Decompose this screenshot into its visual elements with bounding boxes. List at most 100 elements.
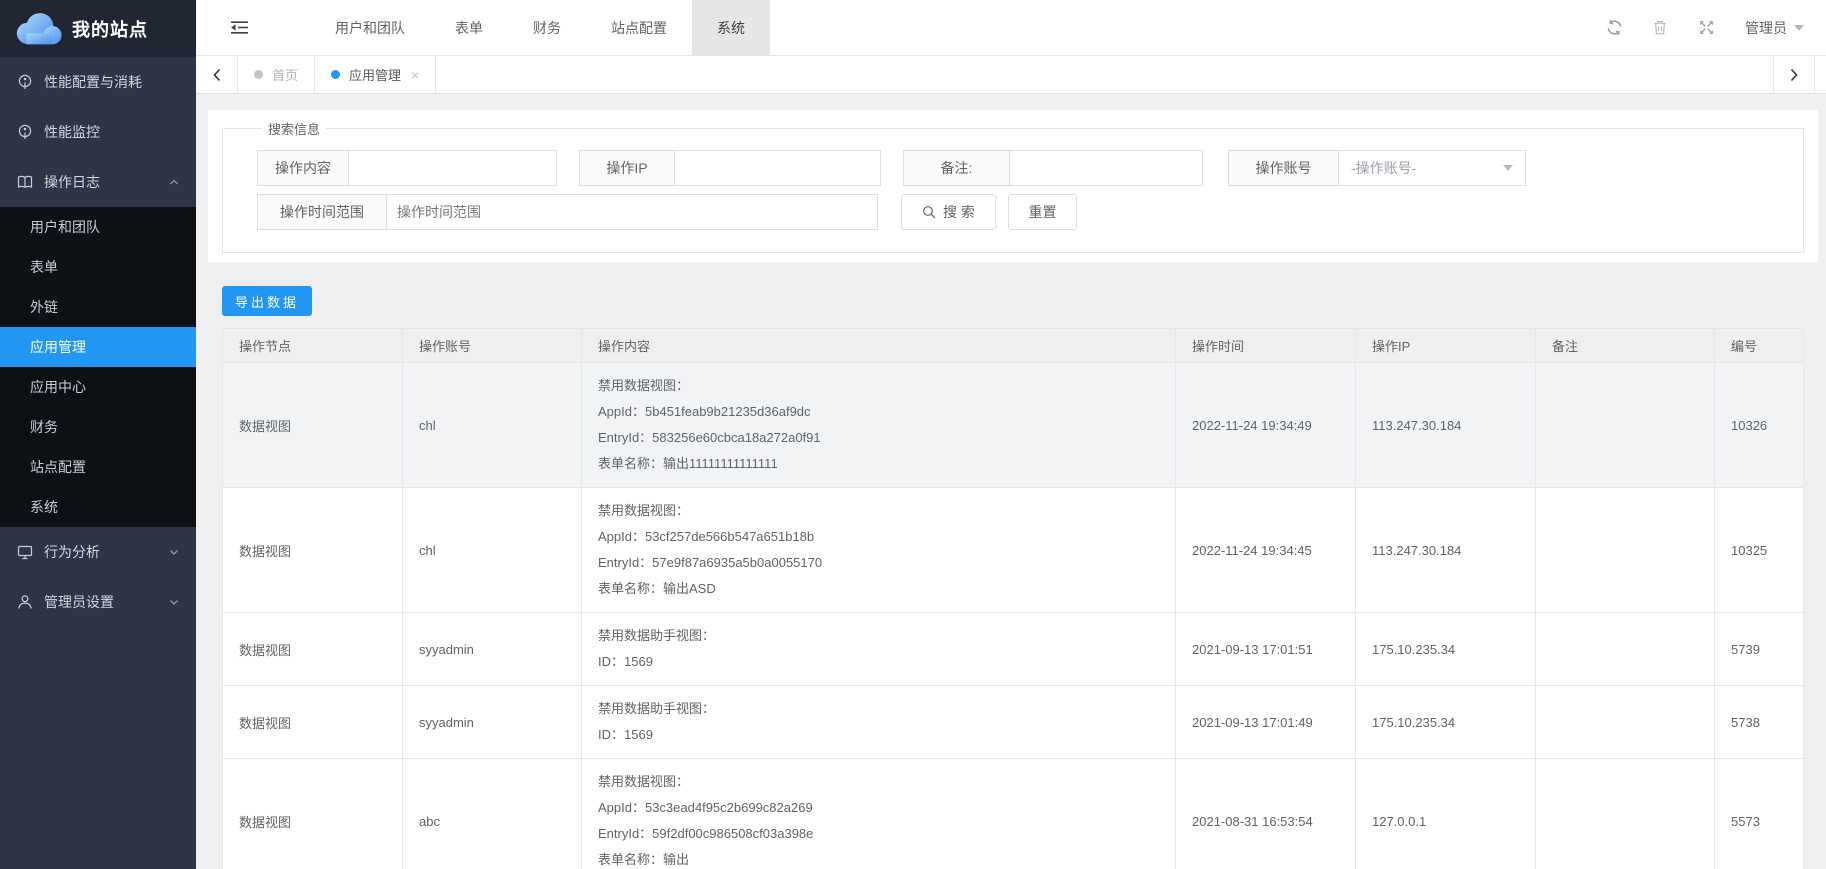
submenu-item-finance[interactable]: 财务 (0, 407, 196, 447)
cell-node: 数据视图 (223, 759, 403, 869)
nav-item-forms[interactable]: 表单 (430, 0, 508, 55)
tab-bar: 首页 应用管理 × (196, 56, 1826, 94)
table-row[interactable]: 数据视图 chl 禁用数据视图： AppId：5b451feab9b21235d… (223, 363, 1804, 488)
cell-remark (1536, 759, 1715, 869)
tab-scroll-left-button[interactable] (196, 56, 238, 93)
submenu-item-site-config[interactable]: 站点配置 (0, 447, 196, 487)
nav-item-users-teams[interactable]: 用户和团队 (310, 0, 430, 55)
remark-field: 备注: (903, 150, 1203, 186)
export-button[interactable]: 导出数据 (222, 286, 312, 316)
top-header: 用户和团队 表单 财务 站点配置 系统 (196, 0, 1826, 56)
operation-account-label: 操作账号 (1228, 150, 1339, 186)
sidebar-item-performance-config[interactable]: 性能配置与消耗 (0, 57, 196, 107)
operation-ip-field: 操作IP (579, 150, 881, 186)
tab-scroll-right-button[interactable] (1773, 56, 1815, 93)
app-window: 我的站点 性能配置与消耗 性能监控 (0, 0, 1826, 869)
caret-down-icon (1794, 25, 1804, 31)
search-button-label: 搜 索 (943, 202, 975, 222)
tab-label: 应用管理 (349, 65, 401, 84)
menu-fold-button[interactable] (196, 0, 282, 55)
monitor-icon (17, 544, 34, 561)
user-icon (17, 594, 34, 611)
book-icon (17, 174, 34, 191)
cell-remark (1536, 363, 1715, 488)
trash-icon[interactable] (1637, 20, 1683, 35)
submenu-item-forms[interactable]: 表单 (0, 247, 196, 287)
cell-content: 禁用数据助手视图： ID：1569 (582, 613, 1176, 686)
cell-account: chl (403, 488, 582, 613)
tab-app-management[interactable]: 应用管理 × (315, 56, 436, 93)
tab-home[interactable]: 首页 (238, 56, 315, 93)
time-range-label: 操作时间范围 (257, 194, 387, 230)
table-row[interactable]: 数据视图 syyadmin 禁用数据助手视图： ID：1569 2021-09-… (223, 686, 1804, 759)
user-menu[interactable]: 管理员 (1745, 18, 1804, 38)
cell-content: 禁用数据视图： AppId：5b451feab9b21235d36af9dc E… (582, 363, 1176, 488)
cell-id: 10326 (1715, 363, 1804, 488)
header-actions: 管理员 (1591, 0, 1826, 55)
operation-content-input[interactable] (349, 150, 557, 186)
submenu-item-external-links[interactable]: 外链 (0, 287, 196, 327)
cell-time: 2021-09-13 17:01:51 (1176, 613, 1356, 686)
operation-account-select[interactable]: -操作账号- (1339, 150, 1526, 186)
reset-button[interactable]: 重置 (1008, 194, 1077, 230)
cell-remark (1536, 488, 1715, 613)
caret-down-icon (1503, 165, 1513, 171)
logo[interactable]: 我的站点 (0, 0, 196, 57)
sidebar: 我的站点 性能配置与消耗 性能监控 (0, 0, 196, 869)
table-row[interactable]: 数据视图 abc 禁用数据视图： AppId：53c3ead4f95c2b699… (223, 759, 1804, 869)
close-icon[interactable]: × (411, 67, 419, 83)
top-nav: 用户和团队 表单 财务 站点配置 系统 (310, 0, 770, 55)
submenu-item-users-teams[interactable]: 用户和团队 (0, 207, 196, 247)
search-panel: 搜索信息 操作内容 操作IP 备注: (208, 110, 1818, 262)
remark-label: 备注: (903, 150, 1010, 186)
cell-node: 数据视图 (223, 613, 403, 686)
search-section-title: 搜索信息 (262, 119, 326, 138)
search-icon (922, 205, 936, 219)
nav-item-finance[interactable]: 财务 (508, 0, 586, 55)
submenu-item-app-management[interactable]: 应用管理 (0, 327, 196, 367)
remark-input[interactable] (1010, 150, 1203, 186)
sidebar-item-performance-monitor[interactable]: 性能监控 (0, 107, 196, 157)
cell-id: 10325 (1715, 488, 1804, 613)
menu-fold-icon (230, 20, 249, 35)
col-operation-content: 操作内容 (582, 329, 1176, 363)
operation-account-field: 操作账号 -操作账号- (1228, 150, 1526, 186)
cell-time: 2022-11-24 19:34:45 (1176, 488, 1356, 613)
sidebar-item-operation-log[interactable]: 操作日志 (0, 157, 196, 207)
operation-log-submenu: 用户和团队 表单 外链 应用管理 应用中心 财务 站点配置 系统 (0, 207, 196, 527)
sidebar-item-behavior-analysis[interactable]: 行为分析 (0, 527, 196, 577)
col-operation-account: 操作账号 (403, 329, 582, 363)
submenu-item-app-center[interactable]: 应用中心 (0, 367, 196, 407)
cell-account: syyadmin (403, 613, 582, 686)
cloud-logo-icon (13, 12, 63, 45)
fullscreen-icon[interactable] (1683, 20, 1729, 35)
cell-content: 禁用数据视图： AppId：53c3ead4f95c2b699c82a269 E… (582, 759, 1176, 869)
table-row[interactable]: 数据视图 chl 禁用数据视图： AppId：53cf257de566b547a… (223, 488, 1804, 613)
time-range-input[interactable] (387, 194, 878, 230)
operation-ip-input[interactable] (675, 150, 881, 186)
search-row-1: 操作内容 操作IP 备注: (257, 150, 1803, 186)
refresh-icon[interactable] (1591, 19, 1637, 36)
nav-item-site-config[interactable]: 站点配置 (586, 0, 692, 55)
cell-id: 5739 (1715, 613, 1804, 686)
cell-node: 数据视图 (223, 363, 403, 488)
operation-ip-label: 操作IP (579, 150, 675, 186)
submenu-item-system[interactable]: 系统 (0, 487, 196, 527)
col-remark: 备注 (1536, 329, 1715, 363)
search-button[interactable]: 搜 索 (901, 194, 996, 230)
cell-ip: 113.247.30.184 (1356, 363, 1536, 488)
col-operation-time: 操作时间 (1176, 329, 1356, 363)
cell-ip: 175.10.235.34 (1356, 686, 1536, 759)
table-row[interactable]: 数据视图 syyadmin 禁用数据助手视图： ID：1569 2021-09-… (223, 613, 1804, 686)
operation-content-label: 操作内容 (257, 150, 349, 186)
tab-dot-icon (331, 70, 340, 79)
search-row-2: 操作时间范围 搜 索 (257, 194, 1803, 230)
broadcast-icon (17, 74, 34, 91)
sidebar-item-admin-settings[interactable]: 管理员设置 (0, 577, 196, 627)
chevron-up-icon (168, 176, 180, 188)
operation-account-select-value: -操作账号- (1351, 158, 1416, 178)
cell-ip: 175.10.235.34 (1356, 613, 1536, 686)
cell-node: 数据视图 (223, 488, 403, 613)
nav-item-system[interactable]: 系统 (692, 0, 770, 55)
cell-node: 数据视图 (223, 686, 403, 759)
